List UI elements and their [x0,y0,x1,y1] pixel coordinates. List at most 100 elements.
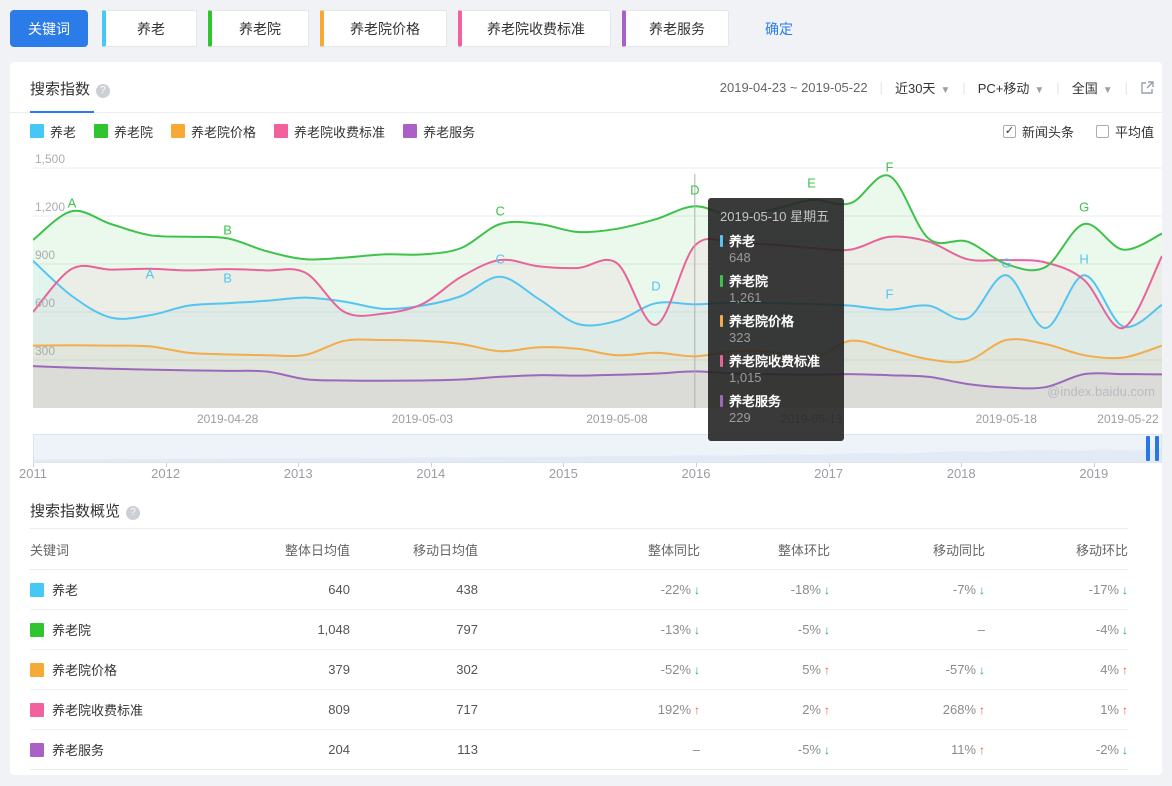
change-cell: – [977,622,985,637]
change-cell: -5% ↓ [797,622,830,637]
keyword-input-0[interactable]: 养老 [102,10,197,47]
news-marker-A[interactable]: A [68,196,77,211]
help-icon[interactable]: ? [96,84,111,98]
legend-item-2[interactable]: 养老院价格 [171,122,256,141]
keyword-name: 养老院价格 [52,663,118,678]
news-marker-G[interactable]: G [1001,256,1011,271]
checkbox-average[interactable]: 平均值 [1095,122,1154,141]
column-header: 整体环比 [777,542,830,558]
legend-item-4[interactable]: 养老服务 [403,122,475,141]
legend-color-chip [274,124,289,138]
legend-color-chip [94,124,109,138]
separator: | [1056,80,1060,95]
chevron-down-icon: ▼ [1034,85,1045,96]
keyword-input-4[interactable]: 养老服务 [622,10,729,47]
avg-value-cell: 204 [328,742,350,757]
change-cell: 4% ↑ [1100,662,1128,677]
legend-label: 养老院价格 [191,124,257,140]
column-header: 整体日均值 [284,542,350,558]
tooltip-series-value: 1,015 [729,370,762,385]
trend-chart[interactable]: 300 600 900 1,200 1,500 2019-04-28 2019-05-03 2… [33,152,1162,426]
separator: | [962,80,966,95]
change-cell: – [692,742,700,757]
news-marker-B[interactable]: B [223,271,232,286]
arrow-down-icon: ↓ [1122,583,1128,597]
tooltip-series-name: 养老服务 [729,394,782,409]
tooltip-color-chip [720,274,723,287]
confirm-link[interactable]: 确定 [765,19,793,39]
avg-value-cell: 809 [328,702,350,717]
tooltip-item: 养老院 1,261 [720,271,832,306]
legend-item-1[interactable]: 养老院 [94,122,153,141]
news-marker-A[interactable]: A [145,267,154,282]
keyword-input-3[interactable]: 养老院收费标准 [458,10,611,47]
timeline-slider[interactable] [33,434,1162,463]
timeline-range-handle-start[interactable] [1146,436,1150,461]
change-cell: 2% ↑ [802,702,830,717]
change-cell: -13% ↓ [660,622,700,637]
chevron-down-icon: ▼ [940,85,951,96]
dropdown-region[interactable]: 全国 ▼ [1072,78,1113,97]
checkbox-news-headlines[interactable]: ✓ 新闻头条 [1002,122,1074,141]
keyword-color-chip [30,662,44,677]
keyword-label-button[interactable]: 关键词 [10,10,88,47]
news-marker-F[interactable]: F [885,287,893,302]
tooltip-color-chip [720,314,723,327]
keyword-color-chip [30,582,44,597]
table-row: 养老院 1,048 797 -13% ↓ -5% ↓ – -4% ↓ [30,610,1128,650]
date-range-text[interactable]: 2019-04-23 ~ 2019-05-22 [720,80,868,95]
news-marker-B[interactable]: B [223,223,232,238]
change-cell: 192% ↑ [657,702,700,717]
tab-search-index-label: 搜索指数 [30,81,91,98]
tooltip-series-name: 养老院价格 [729,314,795,329]
timeline-year-label: 2019 [1079,466,1109,481]
change-cell: -52% ↓ [660,662,700,677]
arrow-down-icon: ↓ [1122,743,1128,757]
news-marker-G[interactable]: G [1079,200,1089,215]
checkbox-group: ✓ 新闻头条 平均值 [981,122,1154,141]
keyword-input-2[interactable]: 养老院价格 [320,10,447,47]
tooltip-item: 养老 648 [720,231,832,266]
news-marker-D[interactable]: D [690,183,699,198]
tooltip-item: 养老院收费标准 1,015 [720,351,832,386]
tab-search-index[interactable]: 搜索指数? [30,78,111,99]
change-cell: -17% ↓ [1088,582,1128,597]
news-marker-E[interactable]: E [807,176,816,191]
external-link-icon[interactable] [1140,80,1154,95]
news-marker-F[interactable]: F [885,160,893,175]
legend-item-0[interactable]: 养老 [30,122,76,141]
timeline-range-handle-end[interactable] [1155,436,1159,461]
news-marker-C[interactable]: C [495,252,504,267]
avg-value-cell: 379 [328,662,350,677]
news-marker-C[interactable]: C [495,204,504,219]
legend-items: 养老 养老院 养老院价格 养老院收费标准 养老服务 [30,122,493,141]
legend-item-3[interactable]: 养老院收费标准 [274,122,385,141]
y-axis-tick-label: 600 [35,296,56,310]
keyword-color-chip [30,742,44,757]
checkbox-box[interactable] [1095,124,1109,138]
column-header: 移动日均值 [412,542,478,558]
help-icon[interactable]: ? [126,506,141,520]
dropdown-time-range[interactable]: 近30天 ▼ [895,78,950,97]
avg-value-cell: 640 [328,582,350,597]
y-axis-tick-label: 300 [35,344,56,358]
arrow-up-icon: ↑ [1122,703,1128,717]
timeline-year-label: 2017 [814,466,844,481]
avg-value-cell: 797 [456,622,478,637]
news-marker-H[interactable]: H [1079,252,1088,267]
checkbox-box[interactable]: ✓ [1002,124,1016,138]
active-tab-underline [30,111,94,113]
tooltip-item: 养老院价格 323 [720,311,832,346]
dropdown-device[interactable]: PC+移动 ▼ [978,78,1045,97]
legend-color-chip [30,124,44,138]
keyword-input-1[interactable]: 养老院 [208,10,309,47]
news-marker-D[interactable]: D [651,279,660,294]
keyword-box-list: 养老 养老院 养老院价格 养老院收费标准 养老服务 [102,10,740,47]
checkbox-label: 平均值 [1114,124,1154,140]
change-cell: 5% ↑ [802,662,830,677]
overview-title: 搜索指数概览? [30,500,141,521]
chevron-down-icon: ▼ [1102,85,1113,96]
timeline-year-label: 2018 [946,466,976,481]
tooltip-series-value: 648 [729,250,751,265]
timeline-year-label: 2011 [19,466,47,481]
